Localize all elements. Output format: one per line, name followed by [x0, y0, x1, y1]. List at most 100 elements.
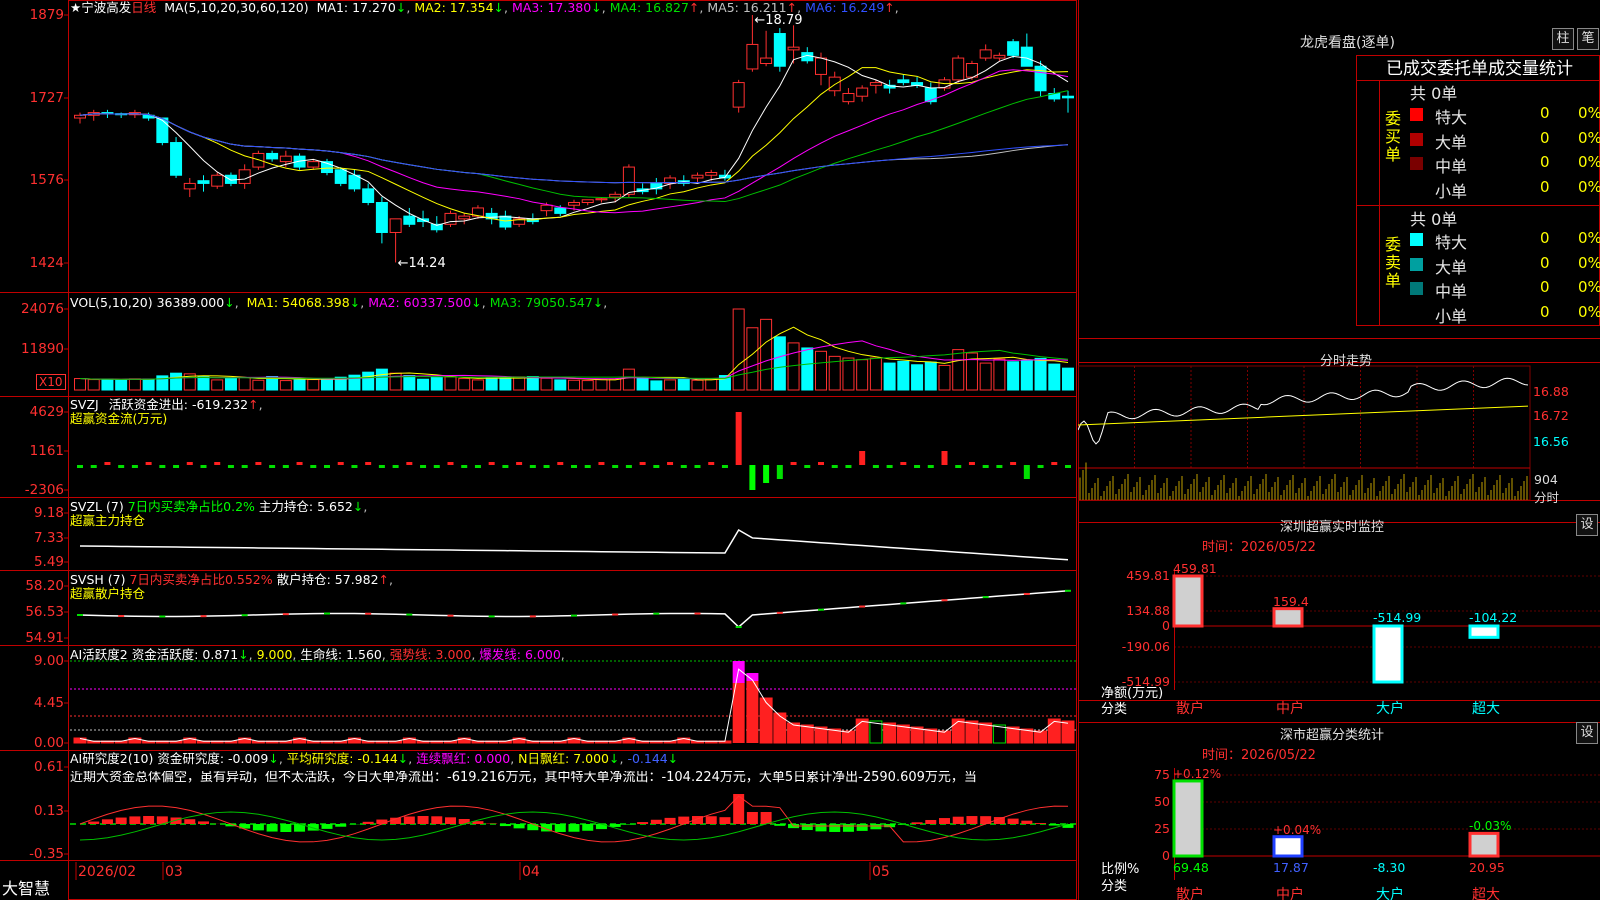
volume-bar	[101, 378, 114, 391]
vol-def: VOL(5,10,20)	[70, 295, 153, 310]
ai2-y-tick: 0.13	[33, 803, 64, 819]
candle-body	[197, 180, 210, 184]
candle-body	[224, 174, 237, 184]
intraday-vol-unit: 分时	[1534, 490, 1560, 505]
monitor-bar	[1172, 574, 1204, 628]
fund-flow-bar	[941, 451, 948, 465]
fund-flow-bar	[337, 462, 344, 465]
volume-bar	[677, 378, 690, 391]
fund-flow-bar	[420, 465, 427, 468]
vol-unit-box[interactable]: X10	[36, 374, 66, 390]
volume-bar	[883, 362, 896, 391]
volume-bar	[389, 372, 402, 391]
svsh-y-tick: 58.20	[25, 578, 64, 594]
sell-row-name: 大单	[1435, 257, 1468, 277]
candle-body	[403, 215, 416, 225]
volume-bar	[485, 377, 498, 391]
fund-flow-bar	[351, 465, 358, 468]
classify-category: 大户	[1376, 887, 1404, 900]
research-bar	[445, 817, 456, 824]
fund-flow-bar	[749, 465, 756, 490]
monitor-settings-button[interactable]: 设	[1576, 514, 1598, 536]
svzl-y-tick: 7.33	[33, 530, 64, 546]
vol-ma-value-arrow-3: ↓	[592, 295, 604, 310]
intraday-vol-tick: 904	[1534, 472, 1558, 487]
star-icon[interactable]: ★	[70, 0, 81, 15]
buy-row-color-swatch	[1410, 157, 1423, 170]
monitor-y-tick: 134.88	[1126, 603, 1170, 618]
period-label[interactable]: 日线	[131, 0, 156, 15]
fund-flow-bar	[365, 462, 372, 465]
candle-body	[252, 152, 265, 168]
monitor-title: 深圳超赢实时监控	[1280, 520, 1385, 535]
volume-bar	[279, 380, 292, 391]
research-bar	[499, 824, 511, 827]
volume-bar	[897, 360, 910, 391]
fund-flow-bar	[474, 465, 481, 468]
ai1-v2: 9.000	[256, 647, 293, 662]
candle-body	[815, 57, 827, 75]
timeline-label: 2026/02	[78, 864, 137, 880]
pen-view-button[interactable]: 笔	[1577, 28, 1599, 50]
vol-value: 36389.000	[156, 295, 225, 310]
retail-holding-mark	[159, 615, 166, 618]
retail-holding-mark	[324, 612, 330, 615]
svsh-value: 57.982	[334, 572, 379, 587]
bar-view-button[interactable]: 柱	[1552, 28, 1574, 50]
volume-bar	[869, 357, 882, 391]
svzl-def: SVZL (7)	[70, 499, 124, 514]
candle-body	[1062, 95, 1074, 99]
research-bar	[705, 816, 717, 824]
research-bar	[115, 817, 127, 824]
classify-y-tick: 25	[1154, 821, 1170, 836]
volume-bar	[1048, 363, 1061, 391]
buy-row-pct: 0%	[1578, 104, 1600, 122]
activity-bar	[1061, 720, 1075, 744]
candle-body	[924, 87, 937, 103]
sell-row-qty: 0	[1540, 278, 1550, 296]
fund-flow-bar	[955, 465, 962, 468]
candle-body	[581, 199, 594, 203]
main-y-tick: 1576	[29, 172, 64, 188]
research-bar	[952, 816, 964, 824]
svzj-y-tick: 1161	[29, 443, 64, 459]
classify-title: 深市超赢分类统计	[1280, 728, 1385, 743]
research-bar	[403, 816, 415, 824]
svzl-y-tick: 5.49	[33, 554, 64, 570]
classify-settings-button[interactable]: 设	[1576, 722, 1598, 744]
volume-bar	[224, 377, 237, 391]
sell-row-color-swatch	[1410, 282, 1423, 295]
svsh-y-tick: 54.91	[25, 630, 64, 646]
research-bar	[719, 817, 731, 824]
svzl-sub: 超赢主力持仓	[70, 513, 146, 528]
fund-flow-bar	[433, 465, 440, 468]
candle-body	[554, 207, 567, 214]
ma20-line	[79, 69, 1069, 214]
research-bar	[252, 824, 264, 831]
research-bar	[746, 812, 758, 824]
candle-body	[183, 182, 196, 190]
intraday-title: 分时走势	[1320, 354, 1373, 369]
fund-flow-bar	[378, 465, 385, 468]
volume-bar	[170, 372, 183, 391]
candle-body	[952, 57, 965, 81]
volume-bar	[993, 358, 1006, 391]
monitor-value: 159.4	[1273, 593, 1309, 609]
candle-body	[965, 63, 978, 78]
volume-bar	[924, 361, 937, 391]
sell-row-qty: 0	[1540, 229, 1550, 247]
retail-holding-mark	[118, 615, 125, 618]
fund-flow-bar	[516, 462, 523, 465]
brand-label[interactable]: 大智慧	[2, 879, 50, 899]
research-bar	[925, 819, 937, 824]
volume-bar	[979, 362, 992, 391]
ai2-arrow: ↓	[268, 751, 279, 766]
ma-value-2: MA2: 17.354	[414, 0, 494, 15]
timeline-label: 05	[872, 864, 890, 880]
fund-flow-bar	[694, 465, 701, 468]
classify-category: 中户	[1276, 887, 1304, 900]
research-bar	[911, 822, 923, 824]
volume-bar	[691, 379, 704, 391]
svsh-arrow: ↑	[378, 572, 390, 587]
ai2-legend: AI研究度2(10) 资金研究度: -0.009↓, 平均研究度: -0.144…	[70, 751, 679, 766]
